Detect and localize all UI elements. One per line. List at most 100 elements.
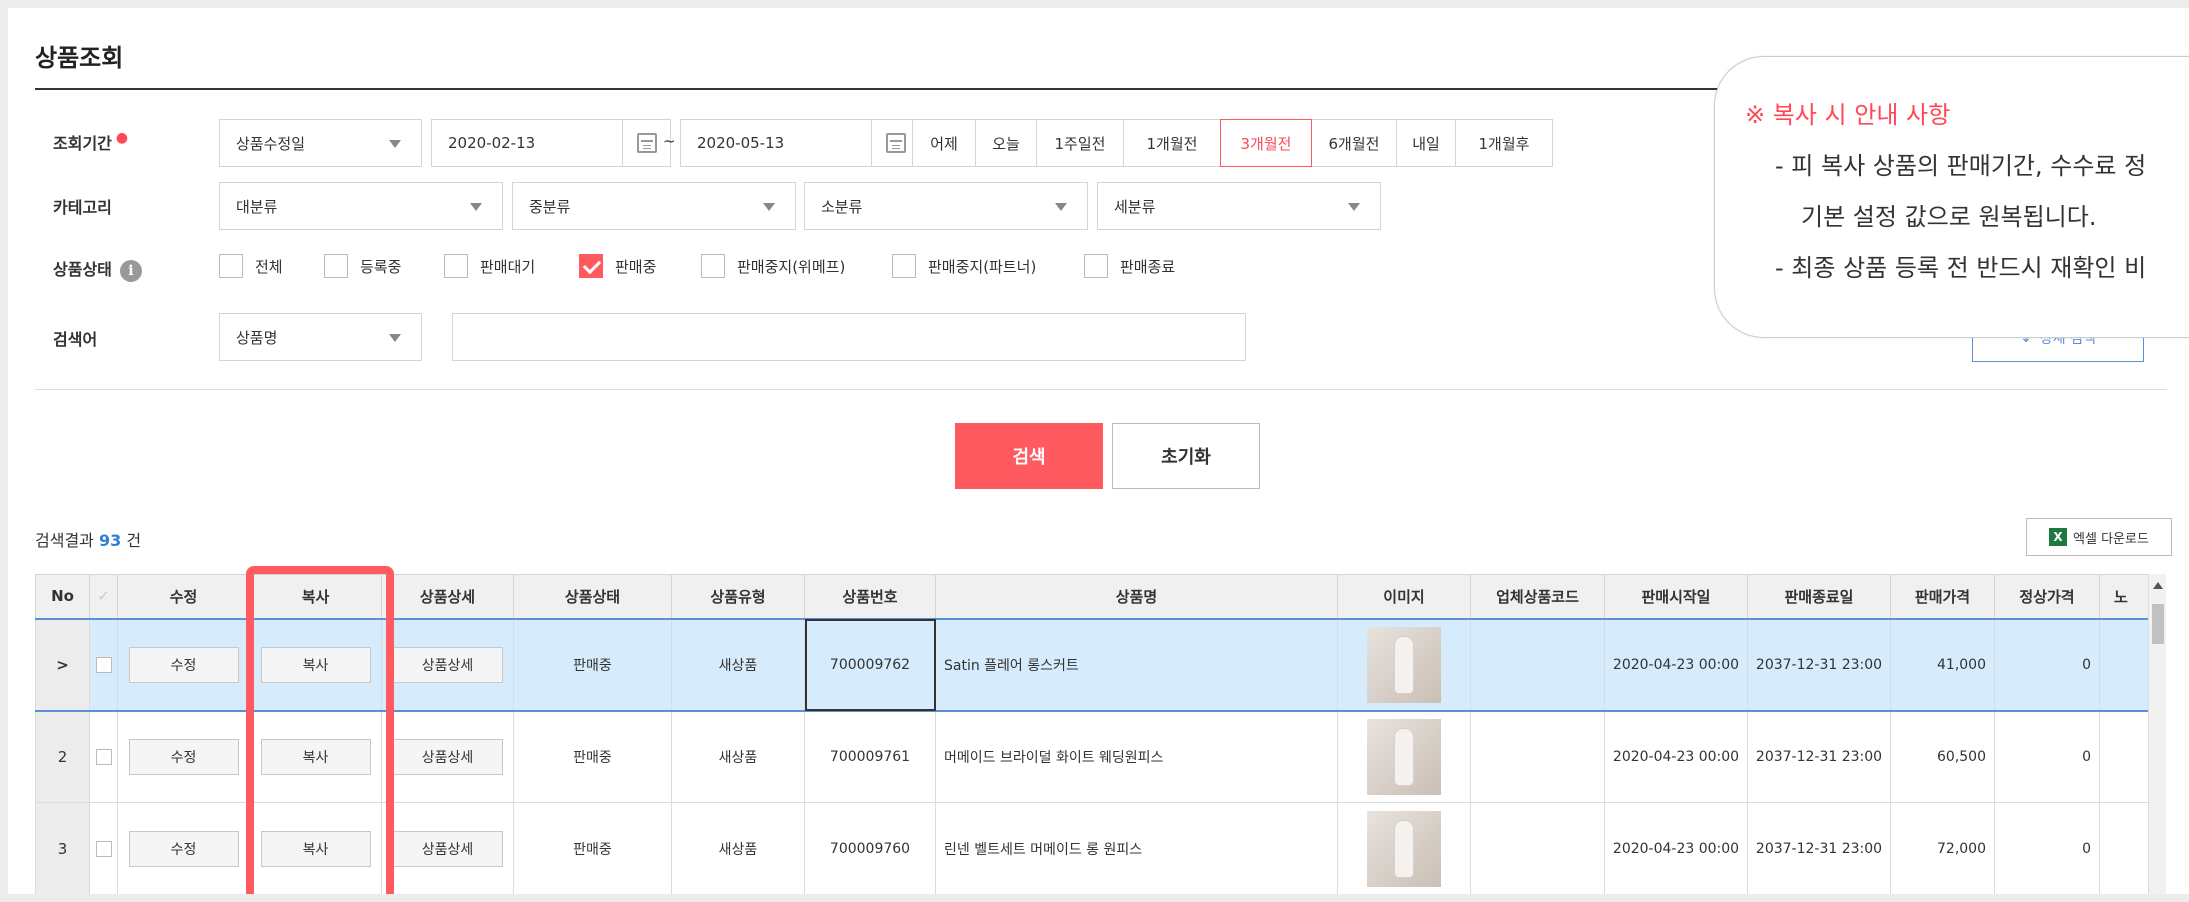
- row-expand-icon[interactable]: >: [35, 618, 90, 712]
- status-option-all[interactable]: 전체: [219, 254, 283, 278]
- product-detail-button[interactable]: 상품상세: [392, 738, 503, 775]
- status-option-on-sale[interactable]: 판매중: [579, 254, 656, 278]
- detail-cell: 상품상세: [381, 710, 514, 803]
- edit-cell: 수정: [117, 710, 250, 803]
- col-vendor-code: 업체상품코드: [1470, 574, 1605, 620]
- copy-button[interactable]: 복사: [260, 646, 371, 683]
- chevron-down-icon: [389, 140, 401, 148]
- col-select[interactable]: ✓: [89, 574, 118, 620]
- status-option-registering[interactable]: 등록중: [324, 254, 401, 278]
- chevron-down-icon: [389, 334, 401, 342]
- period-type-value: 상품수정일: [236, 134, 306, 153]
- keyword-input[interactable]: [452, 313, 1246, 361]
- product-thumbnail[interactable]: [1367, 626, 1441, 703]
- product-thumbnail[interactable]: [1367, 718, 1441, 795]
- row-checkbox-cell[interactable]: [89, 802, 118, 894]
- table-scrollbar[interactable]: [2148, 574, 2166, 894]
- category-medium-select[interactable]: 중분류: [512, 182, 796, 230]
- range-1week-button[interactable]: 1주일전: [1036, 119, 1124, 167]
- category-small-select[interactable]: 소분류: [804, 182, 1088, 230]
- product-name-cell[interactable]: Satin 플레어 롱스커트: [935, 618, 1338, 712]
- range-yesterday-button[interactable]: 어제: [912, 119, 976, 167]
- checkbox[interactable]: [219, 254, 243, 278]
- notice-line: 기본 설정 값으로 원복됩니다.: [1801, 203, 2097, 231]
- date-to-field[interactable]: 2020-05-13: [680, 119, 920, 167]
- search-button[interactable]: 검색: [955, 423, 1103, 489]
- col-no: No: [35, 574, 90, 620]
- status-option-label: 판매중지(파트너): [928, 257, 1037, 276]
- row-number: 2: [35, 710, 90, 803]
- category-large-select[interactable]: 대분류: [219, 182, 503, 230]
- row-checkbox[interactable]: [95, 656, 112, 673]
- status-option-ended[interactable]: 판매종료: [1084, 254, 1175, 278]
- range-1month-after-button[interactable]: 1개월후: [1455, 119, 1553, 167]
- product-name-cell[interactable]: 린넨 벨트세트 머메이드 롱 원피스: [935, 802, 1338, 894]
- status-option-stopped-wemakeprice[interactable]: 판매중지(위메프): [701, 254, 845, 278]
- checkbox-checked[interactable]: [579, 254, 603, 278]
- product-id-cell[interactable]: 700009762: [804, 618, 936, 712]
- edit-cell: 수정: [117, 802, 250, 894]
- keyword-type-select[interactable]: 상품명: [219, 313, 422, 361]
- price-cell: 41,000: [1890, 618, 1995, 712]
- edit-button[interactable]: 수정: [128, 830, 239, 867]
- status-option-label: 판매중: [615, 257, 657, 276]
- checkbox[interactable]: [324, 254, 348, 278]
- category-small-value: 소분류: [821, 197, 863, 216]
- table-row[interactable]: > 수정 복사 상품상세 판매중 새상품 700009762 Satin 플레어…: [35, 618, 2150, 712]
- copy-button[interactable]: 복사: [260, 738, 371, 775]
- chevron-down-icon: [1055, 203, 1067, 211]
- info-icon[interactable]: i: [119, 259, 142, 282]
- list-price-cell: 0: [1994, 710, 2100, 803]
- row-checkbox-cell[interactable]: [89, 710, 118, 803]
- excel-download-button[interactable]: X 엑셀 다운로드: [2026, 518, 2172, 556]
- status-option-stopped-partner[interactable]: 판매중지(파트너): [892, 254, 1036, 278]
- period-label: 조회기간 ●: [53, 130, 129, 153]
- copy-button[interactable]: 복사: [260, 830, 371, 867]
- row-checkbox-cell[interactable]: [89, 618, 118, 712]
- scroll-thumb[interactable]: [2152, 604, 2164, 644]
- checkbox[interactable]: [444, 254, 468, 278]
- scroll-up-icon[interactable]: [2153, 582, 2163, 589]
- vendor-code-cell: [1470, 802, 1605, 894]
- product-id-cell[interactable]: 700009761: [804, 710, 936, 803]
- checkbox[interactable]: [701, 254, 725, 278]
- checkbox[interactable]: [1084, 254, 1108, 278]
- range-1month-button[interactable]: 1개월전: [1123, 119, 1221, 167]
- type-cell: 새상품: [671, 802, 805, 894]
- col-image: 이미지: [1337, 574, 1471, 620]
- row-checkbox[interactable]: [95, 748, 112, 765]
- category-large-value: 대분류: [236, 197, 278, 216]
- product-thumbnail[interactable]: [1367, 810, 1441, 887]
- checkbox[interactable]: [892, 254, 916, 278]
- product-table: No ✓ 수정 복사 상품상세 상품상태 상품유형 상품번호 상품명 이미지 업…: [35, 574, 2150, 894]
- range-6month-button[interactable]: 6개월전: [1311, 119, 1397, 167]
- period-type-select[interactable]: 상품수정일: [219, 119, 422, 167]
- product-name-cell[interactable]: 머메이드 브라이덜 화이트 웨딩원피스: [935, 710, 1338, 803]
- range-tomorrow-button[interactable]: 내일: [1396, 119, 1456, 167]
- product-id-cell[interactable]: 700009760: [804, 802, 936, 894]
- table-row[interactable]: 3 수정 복사 상품상세 판매중 새상품 700009760 린넨 벨트세트 머…: [35, 802, 2150, 894]
- edit-button[interactable]: 수정: [128, 646, 239, 683]
- product-detail-button[interactable]: 상품상세: [392, 830, 503, 867]
- detail-cell: 상품상세: [381, 802, 514, 894]
- category-detail-select[interactable]: 세분류: [1097, 182, 1381, 230]
- status-cell: 판매중: [513, 710, 672, 803]
- row-number: 3: [35, 802, 90, 894]
- image-cell: [1337, 710, 1471, 803]
- col-status: 상품상태: [513, 574, 672, 620]
- range-today-button[interactable]: 오늘: [975, 119, 1037, 167]
- type-cell: 새상품: [671, 618, 805, 712]
- row-checkbox[interactable]: [95, 840, 112, 857]
- range-3month-button[interactable]: 3개월전: [1220, 119, 1312, 167]
- more-cell: [2099, 618, 2150, 712]
- reset-button[interactable]: 초기화: [1112, 423, 1260, 489]
- price-cell: 72,000: [1890, 802, 1995, 894]
- more-cell: [2099, 710, 2150, 803]
- status-option-pending[interactable]: 판매대기: [444, 254, 535, 278]
- edit-button[interactable]: 수정: [128, 738, 239, 775]
- date-from-field[interactable]: 2020-02-13: [431, 119, 671, 167]
- table-row[interactable]: 2 수정 복사 상품상세 판매중 새상품 700009761 머메이드 브라이덜…: [35, 710, 2150, 803]
- category-detail-value: 세분류: [1114, 197, 1156, 216]
- result-count-number: 93: [98, 531, 122, 550]
- product-detail-button[interactable]: 상품상세: [392, 646, 503, 683]
